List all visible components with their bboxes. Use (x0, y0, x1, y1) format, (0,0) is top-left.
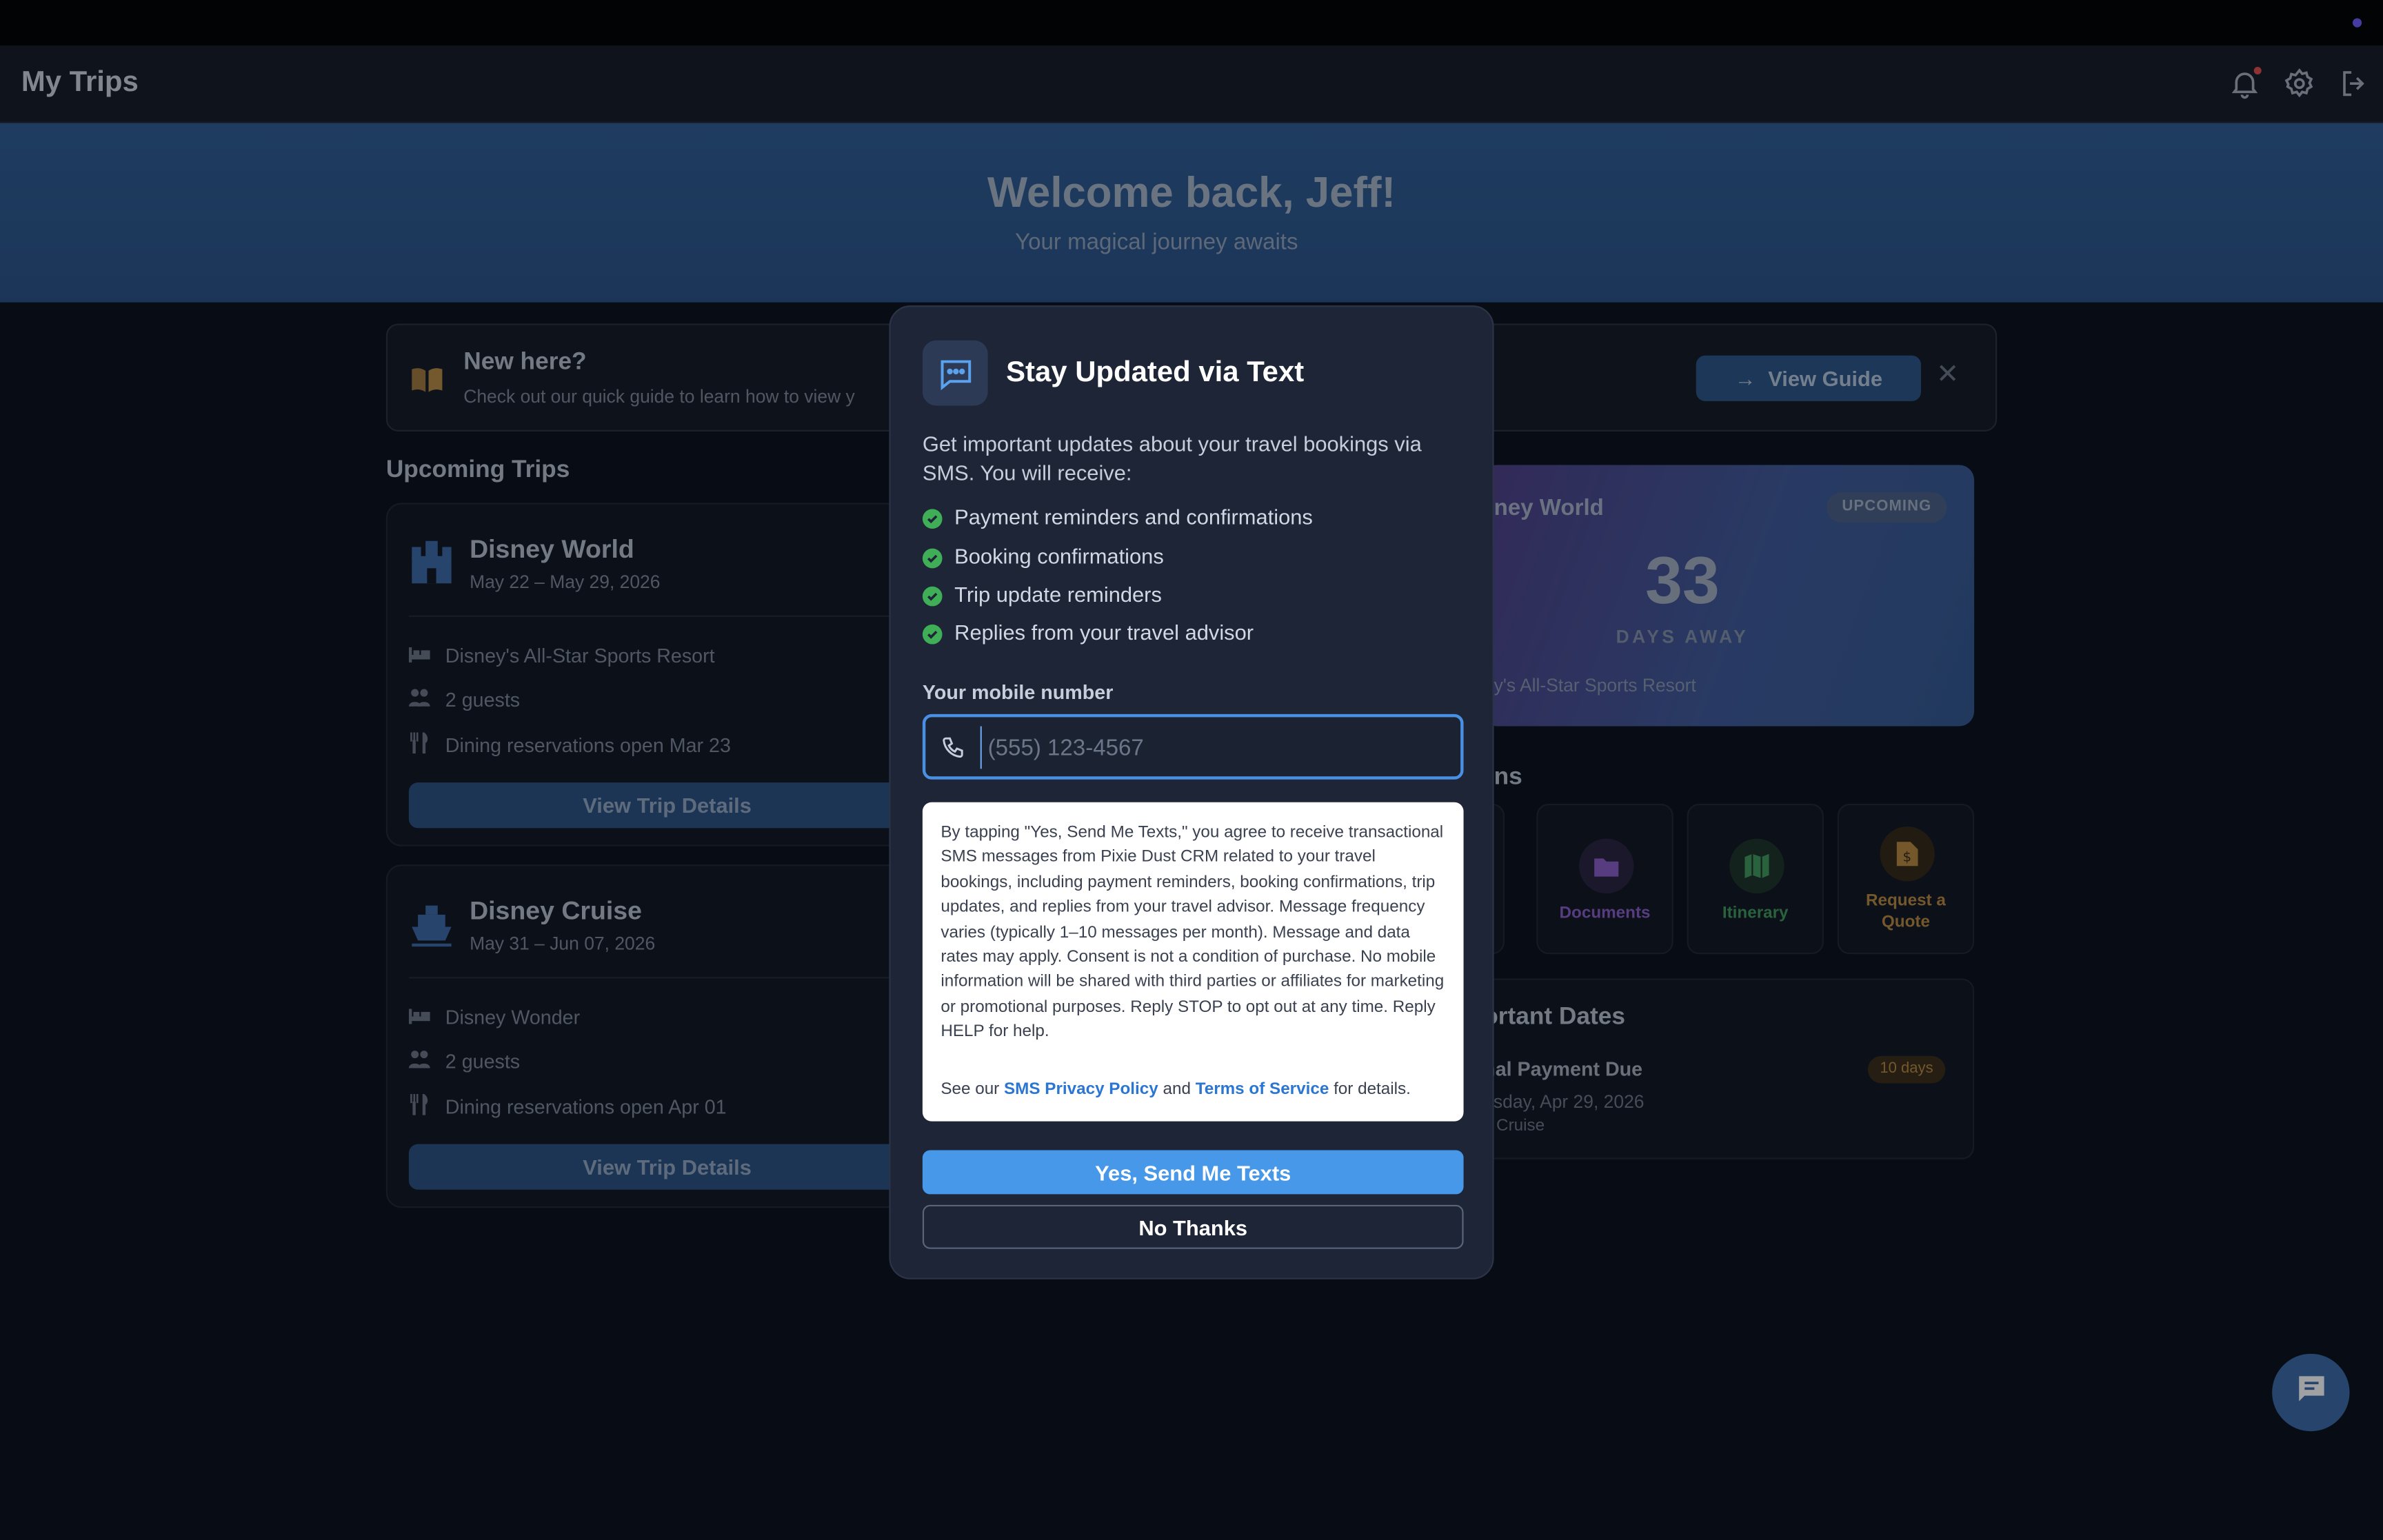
benefit-item: Trip update reminders (922, 580, 1162, 607)
benefit-label: Trip update reminders (954, 581, 1162, 606)
check-icon (922, 624, 943, 645)
benefit-label: Replies from your travel advisor (954, 619, 1254, 644)
no-thanks-button[interactable]: No Thanks (922, 1204, 1464, 1249)
consent-links: See our SMS Privacy Policy and Terms of … (941, 1080, 1411, 1098)
phone-input[interactable] (980, 726, 1436, 769)
consent-box: By tapping "Yes, Send Me Texts," you agr… (922, 802, 1464, 1122)
phone-field[interactable] (922, 713, 1464, 780)
benefit-item: Replies from your travel advisor (922, 618, 1254, 645)
modal-title: Stay Updated via Text (1006, 356, 1305, 389)
links-and: and (1163, 1080, 1191, 1099)
check-icon (922, 509, 943, 529)
phone-icon (941, 736, 965, 767)
sms-privacy-policy-link[interactable]: SMS Privacy Policy (1004, 1080, 1158, 1098)
benefit-label: Payment reminders and confirmations (954, 503, 1313, 528)
modal-description: Get important updates about your travel … (922, 431, 1422, 485)
links-prefix: See our (941, 1080, 1000, 1099)
yes-send-texts-button[interactable]: Yes, Send Me Texts (922, 1150, 1464, 1195)
sms-optin-modal: Stay Updated via Text Get important upda… (889, 305, 1494, 1279)
terms-of-service-link[interactable]: Terms of Service (1196, 1080, 1329, 1098)
message-icon (922, 340, 988, 406)
benefit-item: Payment reminders and confirmations (922, 503, 1313, 529)
benefit-label: Booking confirmations (954, 543, 1164, 568)
links-suffix: for details. (1334, 1080, 1411, 1099)
phone-label: Your mobile number (922, 680, 1114, 704)
consent-text: By tapping "Yes, Send Me Texts," you agr… (941, 823, 1445, 1042)
check-icon (922, 586, 943, 607)
benefit-item: Booking confirmations (922, 543, 1164, 569)
check-icon (922, 548, 943, 569)
